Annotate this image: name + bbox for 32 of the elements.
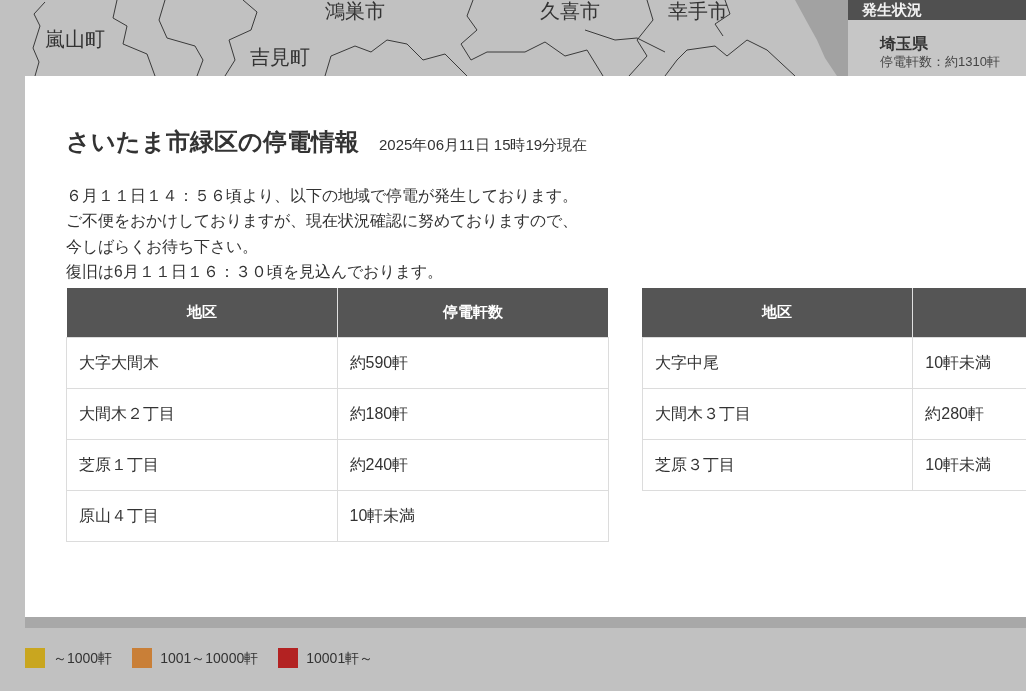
district-cell: 芝原３丁目	[642, 439, 913, 491]
district-cell: 大間木３丁目	[642, 388, 913, 440]
header-cell: 地区	[66, 288, 338, 338]
legend-label: 10001軒～	[306, 649, 374, 668]
count-cell: 10軒未満	[337, 490, 609, 542]
district-cell: 大間木２丁目	[66, 388, 338, 440]
timestamp: 2025年06月11日 15時19分現在	[379, 136, 588, 155]
place-label: 幸手市	[668, 0, 728, 22]
notice-line: ６月１１日１４：５６頃より、以下の地域で停電が発生しております。	[66, 186, 578, 206]
district-cell: 芝原１丁目	[66, 439, 338, 491]
count-cell: 10軒未満	[912, 337, 1026, 389]
notice-line: 復旧は6月１１日１６：３０頃を見込んでおります。	[66, 261, 443, 282]
place-label: 吉見町	[250, 46, 310, 68]
header-cell: 停電軒数	[337, 288, 609, 338]
district-cell: 大字大間木	[66, 337, 338, 389]
outage-count-text: 停電軒数：約1310軒	[880, 54, 1001, 70]
district-cell: 原山４丁目	[66, 490, 338, 542]
notice-line: ご不便をおかけしておりますが、現在状況確認に努めておりますので、	[66, 211, 578, 232]
district-cell: 大字中尾	[642, 337, 913, 389]
place-label: 久喜市	[540, 0, 600, 22]
count-cell: 約180軒	[337, 388, 609, 440]
header-cell: 地区	[642, 288, 913, 338]
place-label: 鴻巣市	[325, 0, 385, 22]
prefecture-name: 埼玉県	[880, 34, 929, 54]
legend-label: ～1000軒	[53, 649, 113, 668]
count-cell: 約590軒	[337, 337, 609, 389]
notice-line: 今しばらくお待ち下さい。	[66, 236, 258, 257]
place-label: 嵐山町	[45, 28, 105, 50]
panel-heading: 発生状況	[848, 0, 1026, 20]
legend-label: 1001～10000軒	[160, 649, 259, 668]
count-cell: 約240軒	[337, 439, 609, 491]
dialog-title: さいたま市緑区の停電情報	[66, 127, 359, 157]
